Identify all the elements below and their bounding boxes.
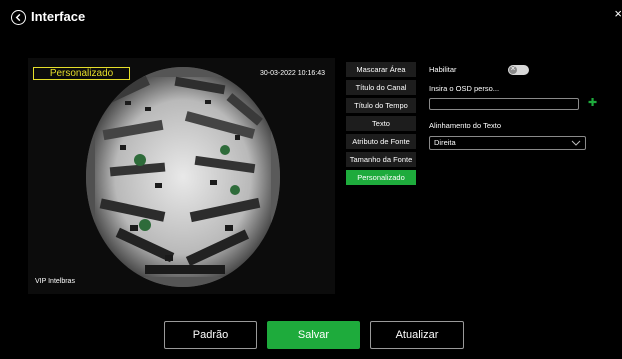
menu-item-mascarar-area[interactable]: Mascarar Área bbox=[346, 62, 416, 77]
text-align-select[interactable]: Direita bbox=[429, 136, 586, 150]
add-icon[interactable]: ✚ bbox=[588, 97, 597, 109]
refresh-button[interactable]: Atualizar bbox=[370, 321, 464, 349]
enable-label: Habilitar bbox=[429, 65, 457, 74]
osd-timestamp: 30-03-2022 10:16:43 bbox=[260, 70, 325, 77]
text-align-value: Direita bbox=[434, 138, 456, 147]
menu-item-tamanho-fonte[interactable]: Tamanho da Fonte bbox=[346, 152, 416, 167]
menu-item-titulo-canal[interactable]: Título do Canal bbox=[346, 80, 416, 95]
video-preview: Personalizado 30-03-2022 10:16:43 VIP In… bbox=[28, 58, 335, 294]
toggle-knob-icon bbox=[509, 64, 517, 74]
osd-settings-menu: Mascarar Área Título do Canal Título do … bbox=[346, 62, 416, 188]
header-bar: Interface × bbox=[0, 0, 622, 42]
menu-item-personalizado[interactable]: Personalizado bbox=[346, 170, 416, 185]
close-icon[interactable]: × bbox=[614, 7, 622, 20]
save-button[interactable]: Salvar bbox=[267, 321, 360, 349]
menu-item-atributo-fonte[interactable]: Atributo de Fonte bbox=[346, 134, 416, 149]
page-title: Interface bbox=[31, 9, 86, 24]
fisheye-camera-image bbox=[86, 67, 280, 287]
osd-text-label: Insira o OSD perso... bbox=[429, 84, 500, 93]
chevron-left-icon bbox=[15, 13, 21, 22]
osd-channel-name: VIP Intelbras bbox=[35, 278, 75, 285]
menu-item-texto[interactable]: Texto bbox=[346, 116, 416, 131]
default-button[interactable]: Padrão bbox=[164, 321, 257, 349]
menu-item-titulo-tempo[interactable]: Título do Tempo bbox=[346, 98, 416, 113]
back-button[interactable] bbox=[11, 10, 26, 25]
osd-text-input[interactable] bbox=[429, 98, 579, 110]
chevron-down-icon bbox=[571, 140, 581, 146]
enable-toggle[interactable] bbox=[508, 64, 529, 75]
text-align-label: Alinhamento do Texto bbox=[429, 121, 501, 130]
osd-custom-text-box[interactable]: Personalizado bbox=[33, 67, 130, 80]
